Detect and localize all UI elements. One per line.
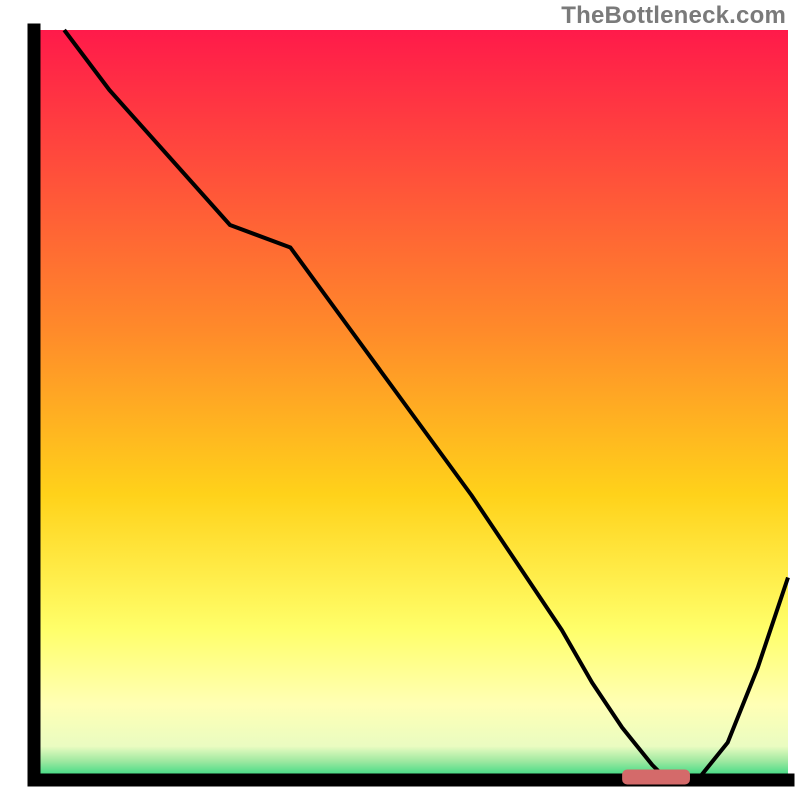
chart-frame: TheBottleneck.com [0, 0, 800, 800]
watermark-text: TheBottleneck.com [561, 2, 786, 30]
bottleneck-chart [0, 0, 800, 800]
sweet-spot-marker [622, 770, 690, 785]
plot-background-gradient [34, 30, 788, 780]
